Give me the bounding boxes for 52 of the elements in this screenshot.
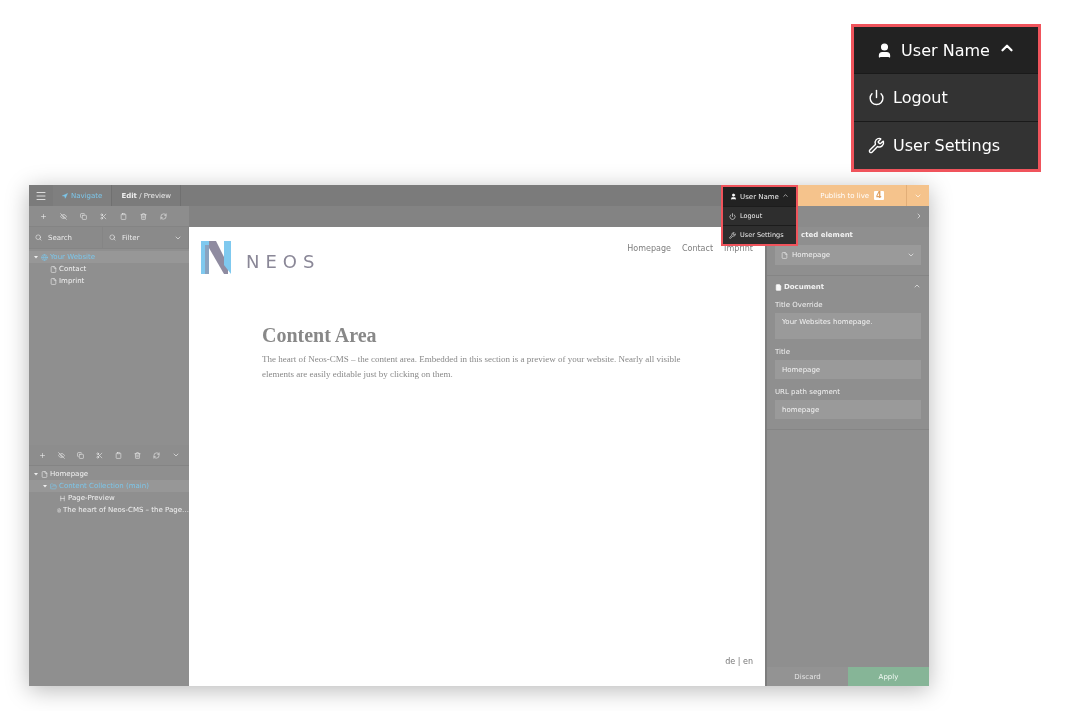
menu-icon[interactable] xyxy=(35,189,47,202)
power-icon xyxy=(868,89,885,106)
clipboard-icon[interactable] xyxy=(115,451,122,459)
menu-item[interactable]: User Settings xyxy=(854,121,1038,169)
chevron-down-icon xyxy=(907,251,915,259)
refresh-icon[interactable] xyxy=(159,212,167,220)
nav-link[interactable]: Imprint xyxy=(724,244,753,253)
count-badge: 4 xyxy=(874,191,884,200)
globe-icon xyxy=(41,253,48,261)
nav-link[interactable]: Contact xyxy=(681,244,714,253)
document-icon xyxy=(775,283,782,291)
eye-off-icon[interactable] xyxy=(58,451,65,459)
clipboard-icon[interactable] xyxy=(119,212,127,220)
page-icon xyxy=(50,277,57,285)
chevron-up-icon xyxy=(781,192,789,199)
refresh-icon[interactable] xyxy=(153,451,160,459)
user-icon xyxy=(730,193,738,200)
navigation-arrow-icon xyxy=(62,192,68,199)
chevron-down-icon[interactable] xyxy=(171,451,180,459)
wrench-icon xyxy=(868,137,885,154)
logo-text: NEOS xyxy=(246,251,321,272)
eye-off-icon[interactable] xyxy=(59,212,67,220)
caret-down-icon[interactable] xyxy=(33,254,39,260)
chevron-right-icon[interactable] xyxy=(915,212,923,220)
logo-icon xyxy=(201,241,232,274)
folder-icon xyxy=(50,482,57,490)
copy-icon[interactable] xyxy=(79,212,87,220)
plus-icon[interactable] xyxy=(39,451,46,459)
caret-down-icon[interactable] xyxy=(42,483,48,489)
menu-item[interactable]: Logout xyxy=(854,73,1038,121)
document-icon xyxy=(56,506,61,514)
power-icon xyxy=(729,212,736,220)
content-text: The heart of Neos-CMS – the content area. Embedded in this section is a preview of your website. Nearly all visible elements are easily editable just by clicking on them. xyxy=(262,353,682,381)
content-heading: Content Area xyxy=(262,324,378,347)
nav-link[interactable]: Homepage xyxy=(627,244,671,253)
search-icon xyxy=(35,234,42,241)
copy-icon[interactable] xyxy=(77,451,84,459)
chevron-up-icon xyxy=(913,282,921,290)
scissors-icon[interactable] xyxy=(96,451,103,459)
page-icon xyxy=(781,251,788,259)
heading-icon xyxy=(59,494,66,502)
publish-menu-button[interactable] xyxy=(906,185,929,206)
language-text: de | en xyxy=(725,657,753,666)
page-icon xyxy=(50,265,57,273)
page-icon xyxy=(41,470,48,478)
caret-down-icon[interactable] xyxy=(33,471,39,477)
scissors-icon[interactable] xyxy=(99,212,107,220)
plus-icon[interactable] xyxy=(39,212,47,220)
trash-icon[interactable] xyxy=(134,451,141,459)
wrench-icon xyxy=(729,231,736,239)
search-icon xyxy=(109,234,116,241)
trash-icon[interactable] xyxy=(139,212,147,220)
